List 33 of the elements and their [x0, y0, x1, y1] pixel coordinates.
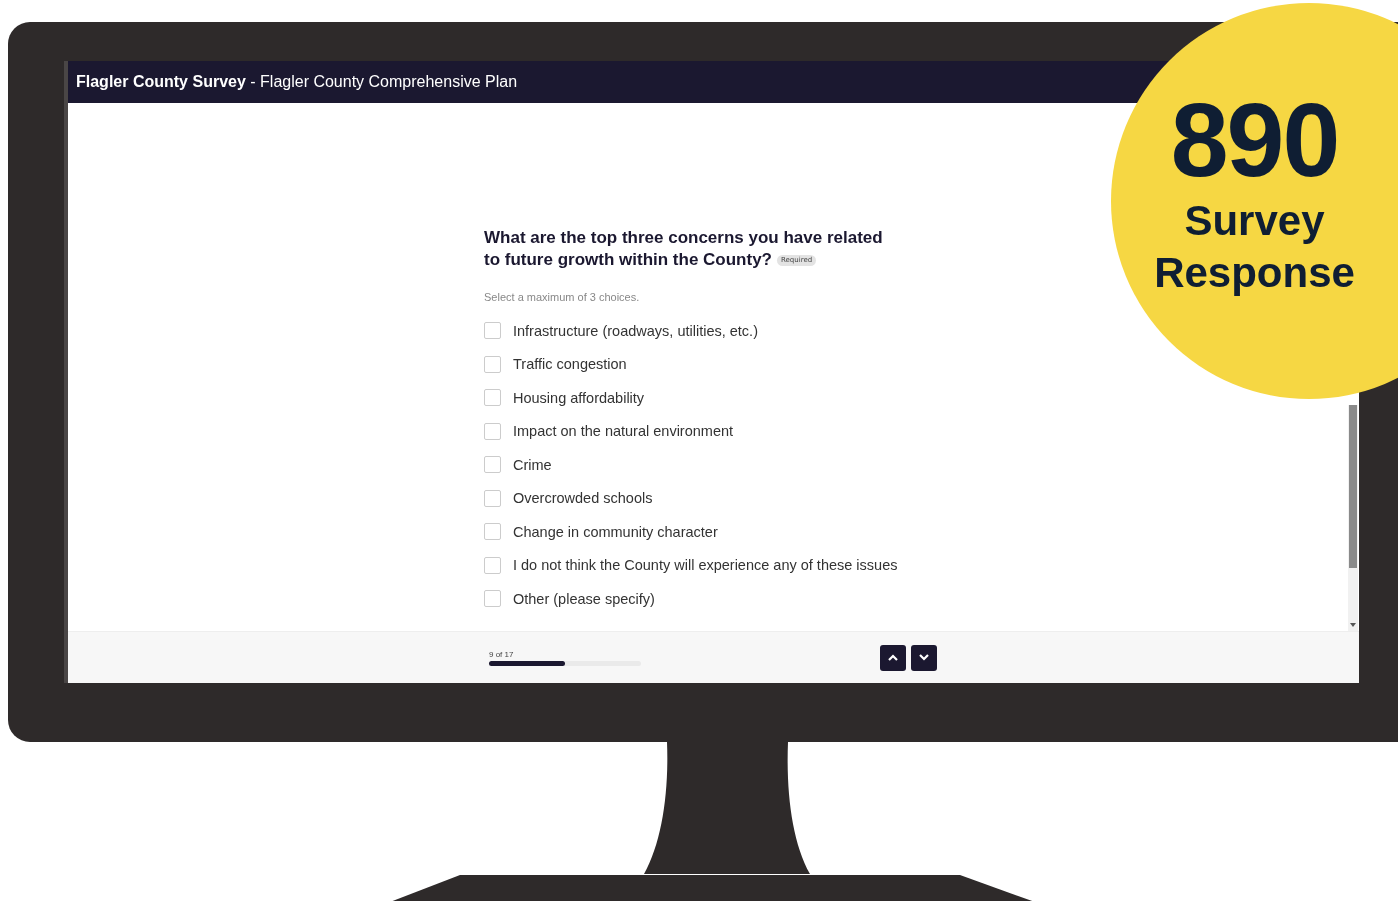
checkbox[interactable]: [484, 556, 501, 574]
progress-label: 9 of 17: [489, 649, 515, 659]
question-text: to future growth within the County?: [484, 249, 772, 271]
checkbox[interactable]: [484, 355, 501, 373]
previous-button[interactable]: [880, 644, 906, 671]
checkbox[interactable]: [484, 456, 501, 474]
checkbox[interactable]: [484, 322, 501, 340]
checkbox[interactable]: [484, 389, 501, 407]
option-label[interactable]: Overcrowded schools: [513, 490, 653, 507]
question-text: What are the top three concerns you have related: [484, 227, 883, 249]
chevron-down-icon: [919, 654, 929, 661]
scroll-down-icon[interactable]: [1350, 623, 1356, 627]
option-label[interactable]: Impact on the natural environment: [513, 423, 734, 440]
response-count: 890: [1169, 85, 1340, 195]
option-label[interactable]: Traffic congestion: [513, 356, 627, 373]
option-label[interactable]: Housing affordability: [513, 389, 645, 406]
scrollbar-track[interactable]: [1348, 405, 1358, 631]
option-label[interactable]: Crime: [513, 456, 552, 473]
checkbox[interactable]: [484, 523, 501, 541]
option-label[interactable]: Change in community character: [513, 523, 718, 540]
option-label[interactable]: Other (please specify): [513, 590, 655, 607]
question-hint: Select a maximum of 3 choices.: [484, 291, 641, 303]
survey-title: Flagler County Survey - Flagler County Comprehensive Plan: [76, 73, 518, 91]
option-label[interactable]: I do not think the County will experience any of these issues: [513, 557, 898, 574]
checkbox[interactable]: [484, 590, 501, 608]
checkbox[interactable]: [484, 422, 501, 440]
stat-label: Response: [1153, 248, 1356, 298]
option-label[interactable]: Infrastructure (roadways, utilities, etc.): [513, 322, 758, 339]
stat-label: Survey: [1183, 196, 1326, 246]
checkbox[interactable]: [484, 489, 501, 507]
chevron-up-icon: [888, 654, 898, 661]
scrollbar-thumb[interactable]: [1349, 405, 1357, 568]
next-button[interactable]: [911, 644, 937, 671]
